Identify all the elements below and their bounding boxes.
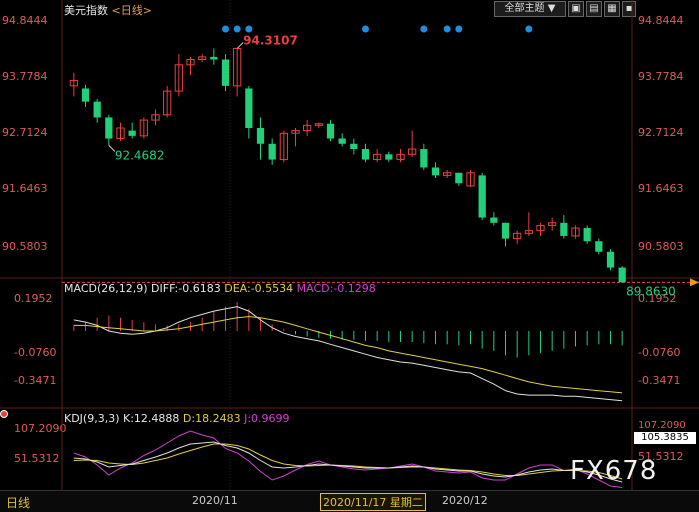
event-marker-icon [362, 25, 369, 33]
kdj-marker-icon [0, 410, 8, 418]
low-annotation-label: 92.4682 [115, 148, 165, 162]
candle-body [105, 117, 113, 139]
candle-body [350, 143, 358, 150]
event-marker-icon [420, 25, 428, 33]
candle-body [256, 127, 265, 144]
candle-body [618, 267, 626, 283]
chart-canvas[interactable]: 94.3107 92.4682 89.8630 [0, 0, 699, 490]
date-cursor-label: 2020/11/17 星期二 [320, 493, 426, 511]
event-marker-icon [222, 25, 229, 33]
candle-body [501, 222, 510, 239]
candle-body [338, 138, 346, 144]
candle-body [490, 217, 498, 223]
event-marker-icon [245, 25, 253, 33]
candle-body [221, 59, 230, 86]
kdj-j-line [73, 430, 623, 488]
last-price-marker-icon [690, 278, 699, 287]
candle-body [326, 123, 335, 139]
high-annotation-label: 94.3107 [243, 33, 298, 47]
event-marker-icon [455, 25, 463, 33]
kdj-k-line [73, 441, 623, 483]
macd-diff-line [73, 306, 623, 402]
candle-body [268, 143, 276, 160]
candle-body [606, 251, 615, 268]
candle-body [455, 172, 463, 184]
panel-frame [0, 0, 699, 490]
date-axis-bar: 日线 2020/11 2020/11/17 星期二 2020/12 [0, 490, 699, 512]
event-marker-icon [443, 25, 451, 33]
date-label-dec: 2020/12 [442, 494, 488, 507]
candle-body [431, 167, 440, 176]
price-annotations: 94.3107 92.4682 89.8630 [108, 33, 676, 298]
candle-body [420, 149, 428, 168]
period-indicator[interactable]: 日线 [6, 494, 30, 511]
last-annotation-label: 89.8630 [626, 284, 676, 298]
candle-body [595, 241, 603, 252]
candle-body [478, 175, 486, 218]
candle-body [210, 56, 218, 60]
candle-body [560, 222, 568, 236]
watermark-logo: FX678 [570, 456, 658, 486]
candle-body [245, 88, 253, 128]
macd-dea-line [73, 316, 623, 394]
macd-series [73, 302, 623, 402]
event-marker-icon [525, 25, 533, 33]
candle-body [385, 154, 393, 160]
candle-body [81, 88, 90, 102]
event-marker-icon [233, 25, 241, 33]
candle-body [361, 149, 370, 160]
kdj-series [73, 430, 623, 488]
candle-body [583, 228, 591, 242]
candle-body [93, 101, 101, 118]
candle-body [128, 130, 136, 136]
date-label-nov: 2020/11 [192, 494, 238, 507]
